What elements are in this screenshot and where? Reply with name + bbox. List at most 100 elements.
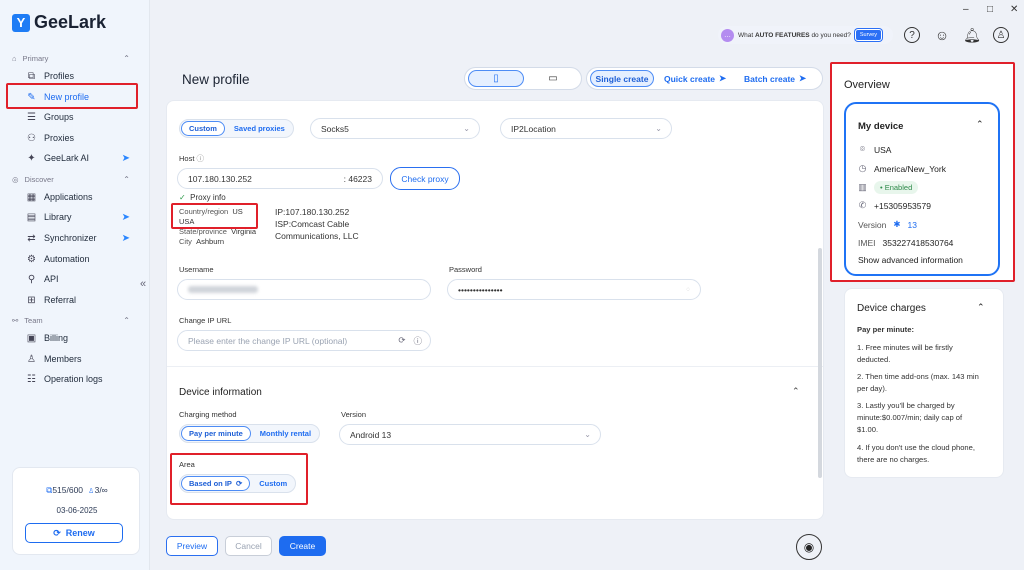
gear-icon: ⚙ — [27, 253, 36, 265]
section-label: Primary — [22, 54, 49, 63]
app-window: Y GeeLark ⌂ Primary ⌃ ⧉ Profiles ✎ New profil… — [0, 0, 1024, 570]
section-discover[interactable]: ◎ Discover ⌃ — [12, 175, 130, 184]
sidebar-item-library[interactable]: ▤ Library ➤ — [26, 209, 130, 225]
sidebar-item-applications[interactable]: ▦ Applications — [26, 189, 130, 205]
section-divider — [167, 366, 823, 367]
overview-title: Overview — [844, 79, 890, 91]
sidebar-item-billing[interactable]: ▣ Billing — [26, 330, 130, 346]
sidebar-item-label: API — [44, 274, 59, 284]
create-button[interactable]: Create — [279, 536, 326, 556]
expiry-date: 03-06-2025 — [56, 506, 98, 515]
proxy-source-tabs: Custom Saved proxies — [179, 119, 294, 138]
sidebar-item-members[interactable]: ♙ Members — [26, 351, 130, 367]
collapse-sidebar-icon[interactable]: « — [140, 278, 146, 290]
desktop-device-tab[interactable]: ▭ — [525, 70, 581, 87]
sidebar-item-proxies[interactable]: ⚇ Proxies — [26, 130, 130, 146]
profiles-quota: 515/600 — [52, 485, 84, 495]
compass-icon: ◎ — [12, 175, 19, 184]
tab-pay-per-minute[interactable]: Pay per minute — [181, 426, 251, 441]
members-quota: 3/∞ — [94, 485, 108, 495]
preview-button[interactable]: Preview — [166, 536, 218, 556]
charging-method-tabs: Pay per minute Monthly rental — [179, 424, 321, 443]
overview-panel: Overview My device ⌃ ⌾ USA ◷ America/New_Y… — [830, 62, 1015, 282]
survey-button[interactable]: Survey — [854, 29, 882, 41]
sidebar-item-groups[interactable]: ☰ Groups — [26, 109, 130, 125]
cancel-button[interactable]: Cancel — [225, 536, 272, 556]
sidebar-item-label: Applications — [44, 192, 93, 202]
assistant-eye-icon[interactable]: ◉ — [796, 534, 822, 560]
chevron-up-icon[interactable]: ⌃ — [792, 386, 800, 397]
chevron-up-icon[interactable]: ⌃ — [977, 302, 985, 313]
port-input[interactable]: : 46223 — [344, 174, 372, 184]
sidebar-item-referral[interactable]: ⊞ Referral — [26, 292, 130, 308]
proxy-ip-isp: IP:107.180.130.252 ISP:Comcast Cable Commu… — [275, 207, 359, 241]
chevron-up-icon[interactable]: ⌃ — [123, 54, 130, 63]
button-label: Preview — [176, 541, 208, 551]
device-country: ⌾ USA — [859, 144, 892, 155]
help-icon[interactable]: ? — [904, 27, 920, 43]
section-label: Discover — [24, 175, 54, 184]
form-scrollbar[interactable] — [818, 248, 822, 478]
charges-item-2: 2. Then time add-ons (max. 143 min per d… — [857, 372, 979, 393]
version-label: Version — [341, 410, 367, 419]
device-version: Version ✱ 13 — [858, 219, 917, 230]
refresh-icon[interactable]: ⟳ — [398, 335, 405, 346]
bell-icon[interactable]: 🔔︎ — [963, 26, 981, 44]
tab-custom-proxy[interactable]: Custom — [181, 121, 225, 136]
chevron-down-icon: ⌄ — [584, 430, 591, 439]
change-ip-input[interactable]: Please enter the change IP URL (optional… — [177, 330, 431, 351]
support-robot-icon[interactable]: ☺ — [933, 26, 951, 44]
ip-lookup-select[interactable]: IP2Location ⌄ — [500, 118, 672, 139]
sidebar-item-label: Synchronizer — [44, 233, 97, 243]
sidebar-item-api[interactable]: ⚲ API — [26, 271, 130, 287]
host-label: Host ⓘ — [179, 154, 205, 163]
sidebar-item-synchronizer[interactable]: ⇄ Synchronizer ➤ — [26, 230, 130, 246]
proxy-protocol-select[interactable]: Socks5 ⌄ — [310, 118, 480, 139]
password-input[interactable]: ••••••••••••••• ◌ — [447, 279, 701, 300]
tab-single-create[interactable]: Single create — [590, 70, 654, 87]
check-proxy-button[interactable]: Check proxy — [390, 167, 460, 190]
quota-counts: ⧉515/600 ♙3/∞ — [13, 485, 141, 496]
tab-monthly-rental[interactable]: Monthly rental — [253, 426, 318, 441]
sidebar-item-automation[interactable]: ⚙ Automation — [26, 251, 130, 267]
android-version-select[interactable]: Android 13 ⌄ — [339, 424, 601, 445]
list-icon: ☰ — [27, 111, 36, 123]
charges-heading: Pay per minute: — [857, 325, 914, 334]
host-input[interactable]: 107.180.130.252: 46223 — [177, 168, 383, 189]
device-timezone: ◷ America/New_York — [858, 163, 946, 174]
help-circle-icon[interactable]: ⓘ — [197, 154, 205, 163]
sidebar-item-profiles[interactable]: ⧉ Profiles — [26, 68, 130, 84]
username-input[interactable] — [177, 279, 431, 300]
chevron-up-icon[interactable]: ⌃ — [976, 119, 984, 130]
change-ip-placeholder: Please enter the change IP URL (optional… — [188, 335, 348, 346]
sidebar-item-geelark-ai[interactable]: ✦ GeeLark AI ➤ — [26, 150, 130, 166]
tab-saved-proxies[interactable]: Saved proxies — [227, 121, 292, 136]
timezone-icon: ◷ — [858, 163, 867, 173]
section-team[interactable]: ⚯ Team ⌃ — [12, 316, 130, 325]
account-avatar-icon[interactable]: ♙ — [993, 27, 1009, 43]
survey-banner[interactable]: … What AUTO FEATURES do you need? Survey — [718, 26, 893, 44]
apps-icon: ▦ — [26, 191, 37, 203]
tab-label: Monthly rental — [259, 429, 312, 438]
tab-quick-create[interactable]: Quick create ➤ — [664, 70, 726, 87]
password-value: ••••••••••••••• — [458, 284, 503, 295]
section-primary[interactable]: ⌂ Primary ⌃ — [12, 54, 130, 63]
members-count-icon: ♙ — [87, 485, 95, 495]
chevron-up-icon[interactable]: ⌃ — [123, 175, 130, 184]
chevron-up-icon[interactable]: ⌃ — [123, 316, 130, 325]
sidebar-item-label: Profiles — [44, 71, 75, 81]
close-window-icon[interactable]: ✕ — [1010, 4, 1018, 15]
show-advanced-link[interactable]: Show advanced information — [858, 255, 963, 265]
show-password-icon[interactable]: ◌ — [686, 287, 690, 293]
chat-bubble-icon: … — [721, 28, 734, 42]
info-icon[interactable]: ⓘ — [413, 335, 422, 347]
home-icon: ⌂ — [12, 54, 17, 63]
maximize-window-icon[interactable]: □ — [987, 4, 993, 15]
phone-device-tab[interactable]: ▯ — [468, 70, 524, 87]
renew-button[interactable]: ⟳ Renew — [25, 523, 123, 543]
sidebar-item-operation-logs[interactable]: ☷ Operation logs — [26, 371, 130, 387]
charging-method-label: Charging method — [179, 410, 237, 419]
minimize-window-icon[interactable]: – — [963, 4, 969, 15]
tab-batch-create[interactable]: Batch create ➤ — [744, 70, 806, 87]
ai-badge-icon: ➤ — [719, 73, 727, 83]
